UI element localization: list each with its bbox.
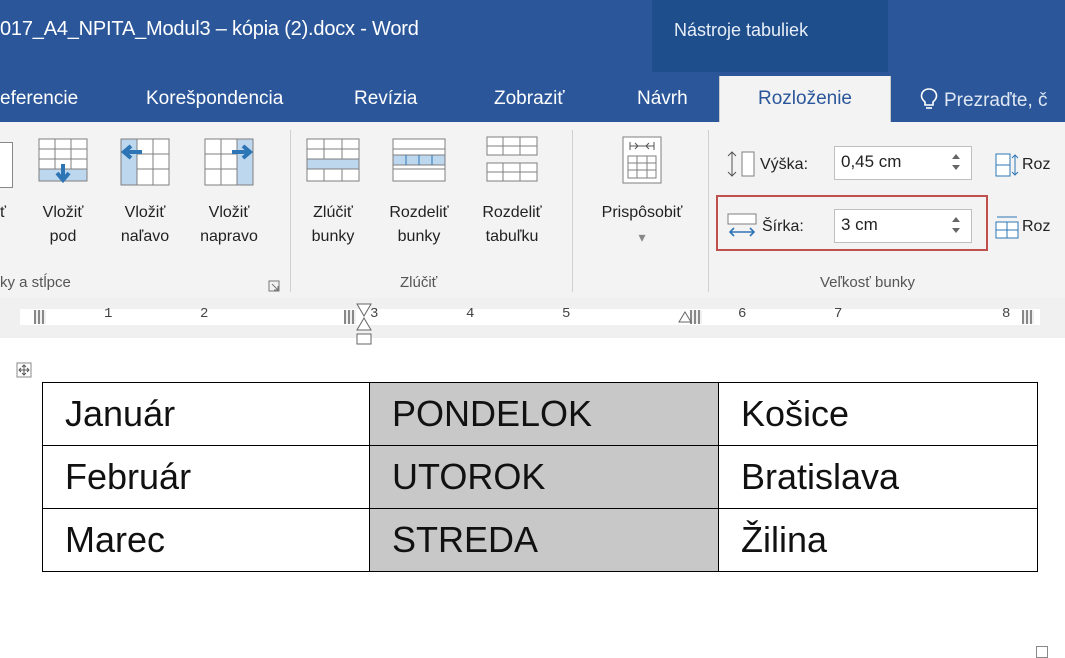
column-marker[interactable] xyxy=(34,310,46,324)
split-table-label-1: Rozdeliť xyxy=(482,204,542,221)
insert-below-label-1: Vložiť xyxy=(42,204,84,221)
insert-below-label-2: pod xyxy=(49,228,77,245)
cell-size-group-label: Veľkosť bunky xyxy=(820,274,916,291)
split-cells-label-2: bunky xyxy=(397,228,441,245)
tell-me-text: Prezraďte, č xyxy=(944,90,1048,111)
tab-view[interactable]: Zobraziť xyxy=(494,88,564,110)
rows-columns-group-label: ky a stĺpce xyxy=(0,274,71,291)
table-move-handle-icon[interactable] xyxy=(16,362,32,378)
distribute-columns-label[interactable]: Roz xyxy=(1022,216,1050,238)
split-cells-icon[interactable] xyxy=(392,138,446,182)
ruler-number: 4 xyxy=(466,306,475,322)
tab-layout-label: Rozloženie xyxy=(758,88,852,109)
tab-review[interactable]: Revízia xyxy=(354,88,417,110)
table-cell[interactable]: Žilina xyxy=(718,508,1038,572)
tab-references[interactable]: eferencie xyxy=(0,88,78,110)
highlight-box xyxy=(716,195,988,251)
ruler-number: 5 xyxy=(562,306,571,322)
insert-right-label-2: napravo xyxy=(200,228,258,245)
table-row: Február UTOROK Bratislava xyxy=(42,445,1038,509)
insert-above-icon[interactable] xyxy=(0,142,13,188)
distribute-rows-icon[interactable] xyxy=(994,152,1020,178)
tab-design[interactable]: Návrh xyxy=(637,88,688,110)
right-indent-icon[interactable] xyxy=(678,310,692,324)
table-cell[interactable]: Bratislava xyxy=(718,445,1038,509)
insert-left-label-2: naľavo xyxy=(120,228,170,245)
window-title: 017_A4_NPITA_Modul3 – kópia (2).docx - W… xyxy=(0,18,419,40)
insert-below-icon[interactable] xyxy=(38,138,88,186)
ruler-number: 8 xyxy=(1002,306,1011,322)
document-table: Január PONDELOK Košice Február UTOROK Br… xyxy=(42,382,1038,572)
group-separator xyxy=(708,130,709,292)
autofit-dropdown-arrow[interactable]: ▾ xyxy=(630,226,654,248)
group-separator xyxy=(572,130,573,292)
dialog-launcher-icon[interactable] xyxy=(268,280,280,292)
insert-right-label-1: Vložiť xyxy=(208,204,250,221)
group-separator xyxy=(290,130,291,292)
table-cell[interactable]: Február xyxy=(42,445,370,509)
table-cell[interactable]: Marec xyxy=(42,508,370,572)
distribute-rows-label[interactable]: Roz xyxy=(1022,154,1050,176)
table-cell[interactable]: Január xyxy=(42,382,370,446)
merge-cells-label-2: bunky xyxy=(311,228,355,245)
distribute-columns-icon[interactable] xyxy=(994,214,1020,240)
table-row: Marec STREDA Žilina xyxy=(42,508,1038,572)
lightbulb-icon xyxy=(920,88,938,109)
merge-cells-label-1: Zlúčiť xyxy=(313,204,353,221)
insert-left-label-1: Vložiť xyxy=(124,204,166,221)
tab-mailings[interactable]: Korešpondencia xyxy=(146,88,283,110)
autofit-icon[interactable] xyxy=(622,136,662,184)
table-resize-handle[interactable] xyxy=(1036,646,1048,658)
context-tab-group-label: Nástroje tabuliek xyxy=(674,20,809,40)
ruler-track xyxy=(20,309,1040,325)
split-table-icon[interactable] xyxy=(486,136,538,184)
ruler-number: 7 xyxy=(834,306,843,322)
table-cell[interactable]: UTOROK xyxy=(369,445,719,509)
row-height-icon xyxy=(727,151,755,177)
row-height-spinner-icon[interactable] xyxy=(946,148,966,176)
table-cell[interactable]: STREDA xyxy=(369,508,719,572)
merge-group-label: Zlúčiť xyxy=(400,274,438,291)
merge-cells-icon[interactable] xyxy=(306,138,360,182)
split-cells-label-1: Rozdeliť xyxy=(389,204,449,221)
autofit-label[interactable]: Prispôsobiť xyxy=(590,202,694,224)
row-height-label: Výška: xyxy=(760,156,809,173)
row-height-value: 0,45 cm xyxy=(841,152,902,171)
split-table-label-2: tabuľku xyxy=(485,228,539,245)
table-row: Január PONDELOK Košice xyxy=(42,382,1038,446)
table-cell[interactable]: Košice xyxy=(718,382,1038,446)
column-marker[interactable] xyxy=(1022,310,1034,324)
ruler-number: 2 xyxy=(200,306,209,322)
indent-marker-icon[interactable] xyxy=(355,302,373,348)
ruler-number: 6 xyxy=(738,306,747,322)
ruler-number: 1 xyxy=(104,306,113,322)
tab-layout[interactable]: Rozloženie xyxy=(719,76,891,126)
table-cell[interactable]: PONDELOK xyxy=(369,382,719,446)
tell-me-box[interactable]: Prezraďte, č xyxy=(920,88,1048,112)
insert-right-icon[interactable] xyxy=(204,138,254,186)
insert-left-icon[interactable] xyxy=(120,138,170,186)
insert-above-label: ť xyxy=(0,204,6,221)
